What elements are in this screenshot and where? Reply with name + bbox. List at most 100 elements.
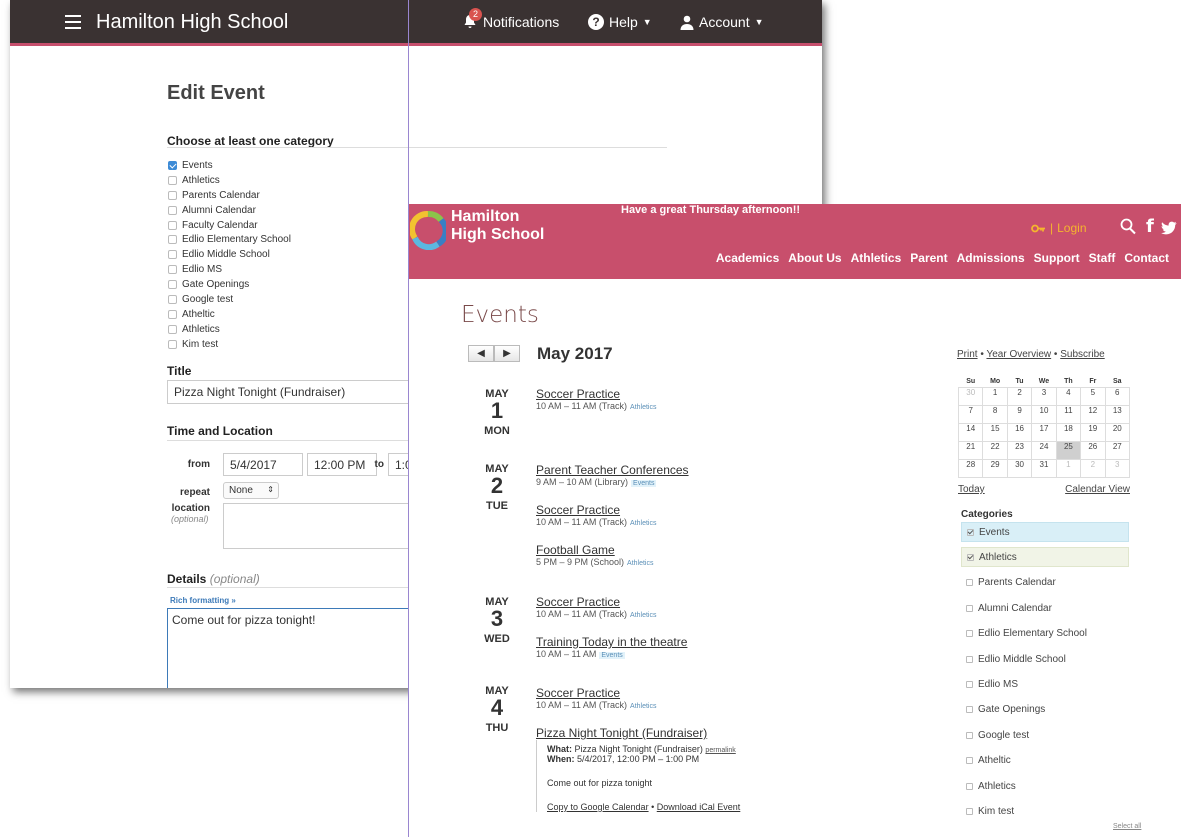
category-filter-option[interactable]: Edlio MS [961, 674, 1129, 694]
calendar-day[interactable]: 2 [1006, 386, 1033, 406]
calendar-day[interactable]: 22 [982, 440, 1008, 460]
nav-item[interactable]: Staff [1089, 251, 1116, 265]
category-filter-option[interactable]: Google test [961, 725, 1129, 745]
calendar-day[interactable]: 20 [1104, 422, 1131, 442]
calendar-day[interactable]: 1 [982, 386, 1008, 406]
checkbox[interactable] [168, 265, 177, 275]
category-filter-option[interactable]: Athletics [961, 547, 1129, 568]
checkbox[interactable] [967, 528, 974, 536]
login-link[interactable]: | Login [1031, 221, 1087, 235]
checkbox[interactable] [966, 630, 973, 638]
checkbox[interactable] [168, 294, 177, 304]
download-ical-link[interactable]: Download iCal Event [657, 802, 741, 812]
search-icon[interactable] [1120, 218, 1136, 240]
print-link[interactable]: Print [957, 349, 978, 360]
category-option[interactable]: Google test [168, 292, 291, 307]
checkbox[interactable] [966, 655, 973, 663]
checkbox[interactable] [168, 190, 177, 200]
calendar-day[interactable]: 15 [982, 422, 1008, 442]
category-option[interactable]: Edlio Elementary School [168, 232, 291, 247]
checkbox[interactable] [168, 160, 177, 170]
menu-icon[interactable] [65, 15, 81, 29]
title-input[interactable]: Pizza Night Tonight (Fundraiser) [167, 380, 437, 404]
category-option[interactable]: Atheltic [168, 307, 291, 322]
category-option[interactable]: Alumni Calendar [168, 203, 291, 218]
calendar-day[interactable]: 28 [957, 458, 984, 478]
checkbox[interactable] [168, 175, 177, 185]
checkbox[interactable] [966, 706, 973, 714]
nav-item[interactable]: Athletics [851, 251, 902, 265]
subscribe-link[interactable]: Subscribe [1060, 349, 1104, 360]
checkbox[interactable] [168, 324, 177, 334]
calendar-day[interactable]: 7 [957, 404, 984, 424]
calendar-day[interactable]: 12 [1080, 404, 1106, 424]
category-filter-option[interactable]: Kim test [961, 801, 1129, 821]
calendar-day[interactable]: 30 [1006, 458, 1033, 478]
calendar-day[interactable]: 14 [957, 422, 984, 442]
account-menu[interactable]: Account ▼ [680, 14, 764, 30]
event-title-link[interactable]: Soccer Practice [536, 686, 657, 700]
category-option[interactable]: Kim test [168, 337, 291, 352]
calendar-view-link[interactable]: Calendar View [1065, 484, 1130, 495]
nav-item[interactable]: Academics [716, 251, 779, 265]
event-title-link[interactable]: Parent Teacher Conferences [536, 463, 689, 477]
category-option[interactable]: Athletics [168, 173, 291, 188]
event-title-link[interactable]: Training Today in the theatre [536, 635, 687, 649]
help-menu[interactable]: ? Help ▼ [588, 14, 652, 30]
category-filter-option[interactable]: Events [961, 522, 1129, 542]
checkbox[interactable] [966, 604, 973, 612]
category-option[interactable]: Parents Calendar [168, 188, 291, 203]
checkbox[interactable] [966, 579, 973, 587]
rich-formatting-link[interactable]: Rich formatting » [170, 596, 236, 605]
nav-item[interactable]: Admissions [957, 251, 1025, 265]
calendar-day[interactable]: 8 [982, 404, 1008, 424]
event-title-link[interactable]: Pizza Night Tonight (Fundraiser) [536, 726, 707, 740]
today-link[interactable]: Today [958, 484, 985, 495]
nav-item[interactable]: About Us [788, 251, 841, 265]
category-option[interactable]: Events [168, 158, 291, 173]
calendar-day[interactable]: 13 [1104, 404, 1131, 424]
school-logo-icon[interactable] [410, 210, 446, 250]
nav-item[interactable]: Contact [1124, 251, 1169, 265]
calendar-day[interactable]: 24 [1031, 440, 1057, 460]
calendar-day[interactable]: 9 [1006, 404, 1033, 424]
event-title-link[interactable]: Soccer Practice [536, 503, 657, 517]
checkbox[interactable] [966, 807, 973, 815]
checkbox[interactable] [168, 280, 177, 290]
site-name[interactable]: Hamilton High School [451, 208, 544, 244]
calendar-day[interactable]: 31 [1031, 458, 1057, 478]
event-title-link[interactable]: Football Game [536, 543, 654, 557]
calendar-day[interactable]: 3 [1104, 458, 1131, 478]
calendar-day[interactable]: 5 [1080, 386, 1106, 406]
calendar-day[interactable]: 25 [1055, 440, 1082, 460]
from-time-input[interactable]: 12:00 PM [307, 453, 377, 476]
calendar-day[interactable]: 30 [957, 386, 984, 406]
facebook-icon[interactable]: f [1146, 216, 1154, 237]
category-option[interactable]: Gate Openings [168, 277, 291, 292]
from-date-input[interactable]: 5/4/2017 [223, 453, 303, 476]
category-filter-option[interactable]: Alumni Calendar [961, 598, 1129, 618]
category-filter-option[interactable]: Edlio Middle School [961, 649, 1129, 669]
calendar-day[interactable]: 6 [1104, 386, 1131, 406]
notifications-button[interactable]: 2 Notifications [462, 8, 559, 30]
copy-google-calendar-link[interactable]: Copy to Google Calendar [547, 802, 649, 812]
checkbox[interactable] [966, 782, 973, 790]
category-filter-option[interactable]: Atheltic [961, 751, 1129, 771]
prev-month-button[interactable]: ◀ [468, 345, 494, 362]
category-filter-option[interactable]: Gate Openings [961, 700, 1129, 720]
calendar-day[interactable]: 23 [1006, 440, 1033, 460]
category-option[interactable]: Edlio Middle School [168, 247, 291, 262]
calendar-day[interactable]: 29 [982, 458, 1008, 478]
category-option[interactable]: Edlio MS [168, 262, 291, 277]
calendar-day[interactable]: 16 [1006, 422, 1033, 442]
calendar-day[interactable]: 26 [1080, 440, 1106, 460]
event-title-link[interactable]: Soccer Practice [536, 387, 657, 401]
location-input[interactable] [223, 503, 433, 549]
details-textarea[interactable]: Come out for pizza tonight! [167, 608, 427, 688]
checkbox[interactable] [966, 680, 973, 688]
checkbox[interactable] [168, 220, 177, 230]
calendar-day[interactable]: 27 [1104, 440, 1131, 460]
nav-item[interactable]: Support [1034, 251, 1080, 265]
category-option[interactable]: Faculty Calendar [168, 218, 291, 233]
permalink-link[interactable]: permalink [705, 747, 735, 754]
